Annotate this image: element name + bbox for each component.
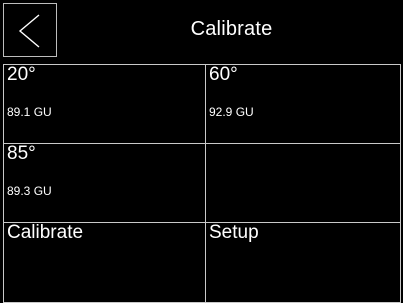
reading-cell-20: 20° 89.1 GU [3,64,206,144]
page-title: Calibrate [190,18,273,40]
reading-cell-85: 85° 89.3 GU [3,143,206,223]
calibrate-button[interactable]: Calibrate [3,222,206,303]
header-bar: Calibrate [0,0,403,64]
angle-label-85: 85° [7,143,36,164]
setup-button-label: Setup [209,222,259,243]
gloss-value-20: 89.1 GU [7,105,52,119]
setup-button[interactable]: Setup [205,222,401,303]
angle-label-60: 60° [209,64,238,85]
calibrate-button-label: Calibrate [7,222,84,243]
back-button[interactable] [3,3,57,57]
angle-label-20: 20° [7,64,36,85]
gloss-value-60: 92.9 GU [209,105,254,119]
empty-cell [205,143,401,223]
reading-cell-60: 60° 92.9 GU [205,64,401,144]
gloss-value-85: 89.3 GU [7,184,52,198]
chevron-left-icon [18,14,40,48]
